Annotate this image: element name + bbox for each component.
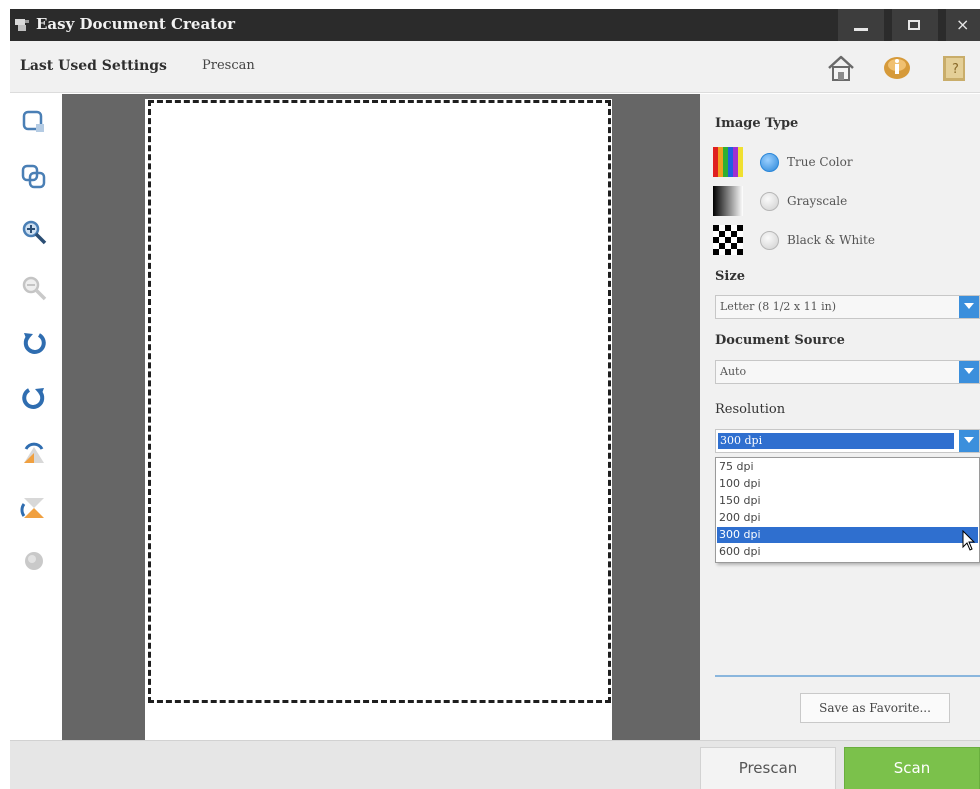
true-color-label: True Color [787, 155, 853, 169]
reset-icon[interactable] [20, 547, 48, 575]
select-area-icon[interactable] [20, 108, 48, 136]
size-select-value: Letter (8 1/2 x 11 in) [720, 300, 836, 313]
save-as-favorite-button[interactable]: Save as Favorite... [800, 693, 950, 723]
true-color-swatch-icon [713, 147, 743, 177]
home-icon[interactable] [826, 53, 856, 83]
last-used-settings-tab[interactable]: Last Used Settings [20, 58, 167, 74]
black-white-radio[interactable] [760, 231, 779, 250]
resolution-option[interactable]: 75 dpi [717, 459, 978, 475]
multi-select-icon[interactable] [20, 162, 48, 190]
size-select[interactable]: Letter (8 1/2 x 11 in) [715, 295, 980, 319]
size-label: Size [715, 269, 745, 284]
grayscale-radio[interactable] [760, 192, 779, 211]
grayscale-swatch-icon [713, 186, 743, 216]
minimize-icon [854, 28, 868, 31]
prescan-tab[interactable]: Prescan [202, 58, 255, 73]
minimize-button[interactable] [838, 9, 884, 41]
resolution-option[interactable]: 150 dpi [717, 493, 978, 509]
black-white-label: Black & White [787, 233, 875, 247]
resolution-option[interactable]: 100 dpi [717, 476, 978, 492]
rotate-right-icon[interactable] [20, 384, 48, 412]
resolution-select[interactable]: 300 dpi [715, 429, 980, 453]
preview-area [62, 94, 700, 741]
flip-horizontal-icon[interactable] [20, 494, 48, 522]
black-white-swatch-icon [713, 225, 743, 255]
zoom-in-icon[interactable] [20, 218, 48, 246]
chevron-down-icon[interactable] [959, 361, 979, 383]
flip-vertical-icon[interactable] [20, 439, 48, 467]
settings-panel: Image Type True Color Grayscale Black & … [700, 94, 980, 740]
resolution-option-selected[interactable]: 300 dpi [717, 527, 978, 543]
resolution-select-value: 300 dpi [718, 433, 954, 449]
prescan-button[interactable]: Prescan [700, 747, 836, 789]
scan-area-selection[interactable] [148, 100, 611, 703]
tool-column [10, 94, 62, 740]
close-button[interactable]: × [946, 9, 980, 41]
menu-bar: Last Used Settings Prescan ? [10, 41, 980, 93]
rotate-left-icon[interactable] [20, 329, 48, 357]
title-bar: Easy Document Creator × [10, 9, 980, 41]
resolution-label: Resolution [715, 402, 786, 417]
app-icon [15, 19, 29, 31]
window-title: Easy Document Creator [36, 15, 235, 33]
svg-text:?: ? [952, 62, 959, 77]
resolution-option[interactable]: 200 dpi [717, 510, 978, 526]
document-source-select[interactable]: Auto [715, 360, 980, 384]
zoom-out-icon[interactable] [20, 274, 48, 302]
chevron-down-icon[interactable] [959, 296, 979, 318]
help-book-icon[interactable]: ? [940, 53, 970, 83]
resolution-dropdown-list: 75 dpi 100 dpi 150 dpi 200 dpi 300 dpi 6… [715, 457, 980, 563]
maximize-button[interactable] [892, 9, 938, 41]
info-icon[interactable] [882, 53, 912, 83]
mouse-pointer-icon [962, 530, 976, 551]
document-source-value: Auto [720, 365, 747, 378]
resolution-option[interactable]: 600 dpi [717, 544, 978, 560]
close-icon: × [956, 15, 970, 34]
true-color-radio[interactable] [760, 153, 779, 172]
maximize-icon [908, 20, 920, 30]
grayscale-label: Grayscale [787, 194, 848, 208]
scan-button[interactable]: Scan [844, 747, 980, 789]
document-source-label: Document Source [715, 333, 845, 348]
image-type-label: Image Type [715, 116, 799, 131]
chevron-down-icon[interactable] [959, 430, 979, 452]
bottom-bar: Prescan Scan [10, 740, 980, 789]
panel-divider [715, 675, 980, 677]
